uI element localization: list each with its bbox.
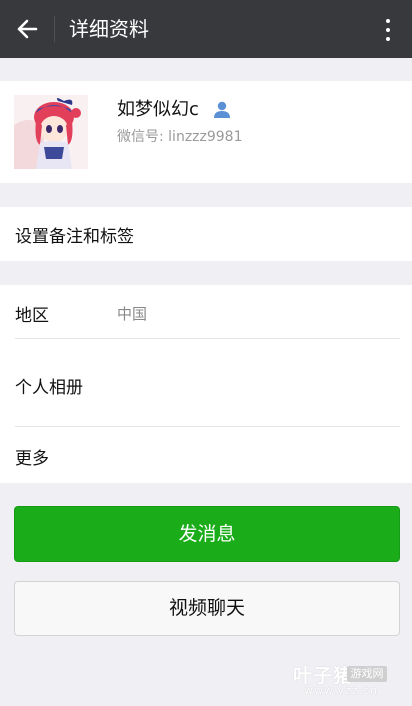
send-message-button[interactable]: 发消息 — [14, 506, 400, 562]
region-value: 中国 — [117, 305, 148, 323]
watermark-badge: 游戏网 — [347, 666, 387, 682]
row-divider — [15, 338, 400, 339]
remark-tags-row[interactable]: 设置备注和标签 — [0, 207, 412, 261]
watermark-url: www.yzz.cn — [304, 684, 379, 697]
top-bar: 详细资料 — [0, 0, 412, 58]
more-vertical-icon[interactable] — [376, 14, 400, 44]
back-arrow-icon[interactable] — [12, 15, 42, 43]
album-label: 个人相册 — [15, 378, 83, 398]
row-divider — [15, 426, 400, 427]
person-icon — [212, 101, 232, 119]
contact-name: 如梦似幻c — [117, 99, 199, 120]
more-label: 更多 — [15, 449, 49, 469]
avatar[interactable] — [14, 95, 88, 169]
region-label: 地区 — [15, 306, 49, 326]
page-title: 详细资料 — [69, 17, 149, 41]
header-divider — [54, 16, 55, 42]
info-card: 地区 中国 个人相册 更多 — [0, 285, 412, 483]
remark-tags-label: 设置备注和标签 — [15, 227, 134, 247]
video-call-button[interactable]: 视频聊天 — [14, 581, 400, 636]
wechat-id: 微信号: linzzz9981 — [117, 129, 243, 145]
